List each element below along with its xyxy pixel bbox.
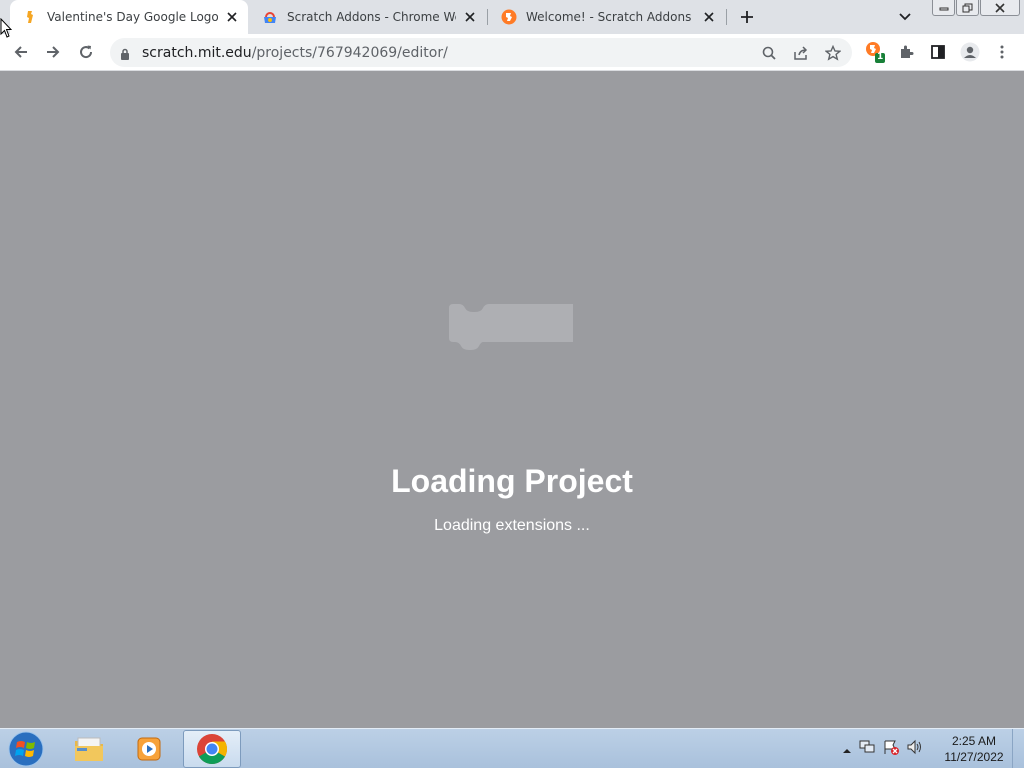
taskbar-clock[interactable]: 2:25 AM 11/27/2022 (938, 733, 1010, 765)
url-host: scratch.mit.edu (142, 45, 252, 61)
scratch-addons-orange-icon (22, 9, 38, 25)
chrome-icon (197, 734, 228, 765)
close-icon[interactable] (224, 9, 240, 25)
start-button[interactable] (4, 730, 48, 768)
tab-search-button[interactable] (896, 9, 914, 25)
plus-icon (741, 11, 753, 23)
arrow-left-icon (14, 46, 27, 58)
reload-button[interactable] (73, 39, 99, 65)
loading-title: Loading Project (391, 463, 633, 499)
window-close-button[interactable] (980, 0, 1020, 16)
clock-time: 2:25 AM (951, 734, 997, 748)
taskbar-google-chrome[interactable] (183, 730, 241, 768)
tab-title: Scratch Addons - Chrome Web St (287, 10, 456, 24)
close-icon (995, 2, 1005, 13)
forward-button[interactable] (40, 39, 66, 65)
close-icon[interactable] (462, 9, 478, 25)
arrow-right-icon (47, 46, 60, 58)
lock-icon[interactable] (120, 46, 130, 65)
minimize-button[interactable] (932, 0, 955, 16)
share-icon[interactable] (792, 44, 810, 62)
show-desktop-button[interactable] (1012, 729, 1024, 768)
side-panel-button[interactable] (925, 39, 951, 65)
scratch-addons-extension-button[interactable]: 1 (862, 39, 888, 65)
taskbar-media-player[interactable] (120, 730, 178, 768)
tab-separator (726, 9, 727, 25)
windows-logo-icon (8, 731, 44, 767)
side-panel-icon (931, 45, 945, 59)
chevron-down-icon (899, 13, 911, 21)
volume-icon[interactable] (906, 739, 924, 759)
menu-button[interactable] (989, 39, 1015, 65)
more-vertical-icon (1000, 45, 1004, 59)
loading-status-text: Loading extensions ... (434, 517, 590, 534)
back-button[interactable] (8, 39, 34, 65)
extensions-button[interactable] (893, 39, 919, 65)
minimize-icon (939, 7, 948, 10)
bookmark-star-icon[interactable] (824, 44, 842, 62)
address-bar[interactable]: scratch.mit.edu/projects/767942069/edito… (110, 38, 852, 67)
system-tray (842, 729, 924, 768)
network-icon[interactable] (858, 739, 876, 759)
tab-title: Welcome! - Scratch Addons (526, 10, 692, 24)
tab-separator (487, 9, 488, 25)
scratch-addons-icon (501, 9, 517, 25)
window-controls (932, 0, 1020, 16)
action-center-flag-icon[interactable] (882, 739, 900, 759)
tab-valentines[interactable]: Valentine's Day Google Logo Sta (10, 0, 248, 34)
tab-title: Valentine's Day Google Logo Sta (47, 10, 218, 24)
browser-toolbar: scratch.mit.edu/projects/767942069/edito… (0, 34, 1024, 71)
restore-button[interactable] (956, 0, 979, 16)
taskbar-windows-explorer[interactable] (60, 730, 118, 768)
mouse-cursor-icon (0, 17, 13, 42)
tab-strip: Valentine's Day Google Logo Sta Scratch … (0, 0, 1024, 34)
loading-block-icon (449, 304, 575, 356)
extension-badge: 1 (877, 52, 884, 62)
clock-date: 11/27/2022 (944, 750, 1004, 764)
close-icon[interactable] (701, 9, 717, 25)
show-hidden-icons-button[interactable] (842, 740, 852, 759)
profile-button[interactable] (957, 39, 983, 65)
chrome-web-store-icon (262, 9, 278, 25)
tab-chrome-web-store[interactable]: Scratch Addons - Chrome Web St (250, 0, 486, 34)
puzzle-icon (901, 45, 914, 58)
new-tab-button[interactable] (737, 7, 757, 27)
windows-taskbar: 2:25 AM 11/27/2022 (0, 728, 1024, 768)
reload-icon (80, 45, 93, 59)
chevron-up-icon (843, 748, 851, 753)
zoom-icon[interactable] (760, 44, 778, 62)
url-text: scratch.mit.edu/projects/767942069/edito… (142, 45, 448, 61)
folder-icon (75, 737, 103, 761)
profile-avatar-icon (960, 42, 980, 62)
scratch-loading-screen: Loading Project Loading extensions ... (0, 71, 1024, 728)
url-path: /projects/767942069/editor/ (251, 45, 448, 61)
media-player-icon (137, 737, 161, 761)
tab-welcome-scratch-addons[interactable]: Welcome! - Scratch Addons (489, 0, 725, 34)
restore-icon (962, 3, 973, 12)
